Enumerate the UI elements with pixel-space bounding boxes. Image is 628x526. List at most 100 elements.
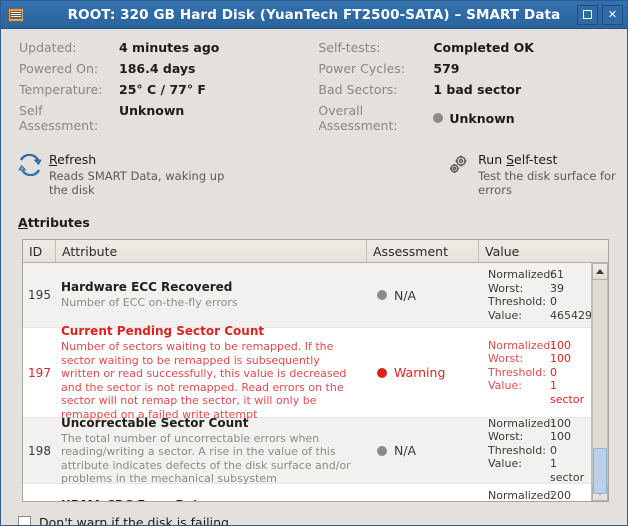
self-assessment-label: Self Assessment: [19, 103, 99, 133]
overall-assessment-label: Overall Assessment: [318, 103, 398, 133]
updated-value: 4 minutes ago [119, 40, 220, 55]
footer-panel: Don't warn if the disk is failing [18, 515, 627, 525]
row-id: 198 [28, 443, 51, 458]
attributes-heading: Attributes [18, 215, 90, 230]
powered-on-value: 186.4 days [119, 61, 196, 76]
gears-icon [447, 153, 471, 177]
value-line-value: Value: 1 sector [488, 379, 585, 406]
value-line-normalized: Normalized: 100 [488, 416, 571, 430]
window-title: ROOT: 320 GB Hard Disk (YuanTech FT2500-… [67, 6, 561, 23]
self-tests-label: Self-tests: [318, 40, 381, 55]
value-line-threshold: Threshold: 0 [488, 443, 557, 457]
run-self-test-action-title: Run Self-test [478, 152, 558, 167]
overall-assessment-value-group: Unknown [433, 103, 534, 133]
row-attribute: Uncorrectable Sector Count The total num… [56, 411, 367, 491]
value-line-threshold: Threshold: 0 [488, 295, 557, 308]
value-line-worst: Worst: 100 [488, 352, 571, 366]
row-attribute: UDMA CRC Error Rate The number of errors… [56, 482, 367, 502]
column-header-assessment[interactable]: Assessment [367, 240, 479, 262]
row-attribute-name: Uncorrectable Sector Count [61, 415, 249, 430]
row-assessment: N/A [367, 288, 479, 303]
run-self-test-action-texts: Run Self-test Test the disk surface for … [478, 152, 627, 197]
row-assessment: N/A [367, 443, 479, 458]
overall-assessment-value: Unknown [449, 110, 515, 126]
column-header-value[interactable]: Value [479, 240, 608, 262]
value-line-worst: Worst: 39 [488, 281, 564, 295]
table-rows-viewport: Value: 22° C / 71° F 195 Hardware ECC Re… [23, 263, 591, 501]
row-assessment-label: Warning [394, 365, 446, 380]
dont-warn-checkbox[interactable] [18, 516, 31, 525]
temperature-value: 25° C / 77° F [119, 82, 206, 97]
run-self-test-action-subtitle: Test the disk surface for errors [478, 169, 616, 197]
table-row[interactable]: 197 Current Pending Sector Count Number … [23, 324, 591, 421]
updated-label: Updated: [19, 40, 77, 55]
row-id: 195 [28, 288, 51, 302]
summary-column-left: Updated: 4 minutes ago Powered On: 186.4… [19, 40, 219, 133]
powered-on-label: Powered On: [19, 61, 99, 76]
summary-column-right: Self-tests: Completed OK Power Cycles: 5… [318, 40, 534, 133]
row-assessment-label: N/A [394, 287, 417, 303]
smart-data-window: ROOT: 320 GB Hard Disk (YuanTech FT2500-… [0, 0, 628, 526]
status-dot-gray-icon [433, 113, 444, 123]
attributes-table: ID Attribute Assessment Value 195 Hardwa… [22, 239, 609, 502]
row-attribute-desc: Number of sectors waiting to be remapped… [61, 340, 347, 421]
value-line-normalized: Normalized: 100 [488, 338, 571, 352]
window-titlebar[interactable]: ROOT: 320 GB Hard Disk (YuanTech FT2500-… [1, 1, 627, 29]
refresh-action-texts: Refresh Reads SMART Data, waking up the … [49, 152, 241, 197]
refresh-icon [18, 153, 42, 177]
table-row[interactable]: 199 UDMA CRC Error Rate The number of er… [23, 484, 591, 501]
actions-panel: Refresh Reads SMART Data, waking up the … [1, 152, 627, 197]
value-line-normalized: Normalized: 200 [488, 489, 571, 501]
status-dot-gray-icon [377, 445, 387, 456]
scrollbar-track[interactable] [592, 280, 608, 494]
power-cycles-value: 579 [433, 61, 460, 76]
row-assessment-label: N/A [394, 443, 417, 458]
close-button[interactable]: ✕ [602, 4, 623, 25]
row-value: Normalized:200 Worst:200 Threshold:0 Val… [479, 484, 591, 501]
row-attribute: Hardware ECC Recovered Number of ECC on-… [56, 275, 367, 315]
row-attribute-name: Current Pending Sector Count [61, 324, 265, 338]
power-cycles-label: Power Cycles: [318, 61, 406, 76]
temperature-label: Temperature: [19, 82, 103, 97]
row-id: 197 [28, 365, 51, 380]
column-header-id[interactable]: ID [23, 240, 56, 262]
status-dot-red-icon [377, 367, 387, 378]
value-line-value: Value: 1 sector [488, 457, 585, 484]
run-self-test-action[interactable]: Run Self-test Test the disk surface for … [447, 152, 627, 197]
self-tests-value: Completed OK [433, 40, 534, 55]
row-attribute-desc: The total number of uncorrectable errors… [61, 431, 351, 486]
row-value: Normalized: 61 Worst: 39 Threshold: 0 Value… [479, 263, 591, 327]
self-assessment-value: Unknown [119, 103, 185, 118]
status-dot-gray-icon [377, 290, 387, 300]
row-assessment: Warning [367, 365, 479, 380]
summary-panel: Updated: 4 minutes ago Powered On: 186.4… [1, 29, 627, 133]
refresh-action[interactable]: Refresh Reads SMART Data, waking up the … [18, 152, 241, 197]
row-attribute-desc: Number of ECC on-the-fly errors [61, 296, 238, 310]
scroll-up-arrow-icon [596, 269, 604, 274]
window-content: Updated: 4 minutes ago Powered On: 186.4… [1, 29, 627, 525]
table-scrollbar[interactable] [591, 263, 608, 501]
window-controls: ✕ [577, 4, 623, 25]
table-rows-container: Value: 22° C / 71° F 195 Hardware ECC Re… [23, 263, 591, 501]
table-body-area: Value: 22° C / 71° F 195 Hardware ECC Re… [23, 263, 608, 501]
maximize-button[interactable] [577, 4, 598, 25]
value-line-worst: Worst: 100 [488, 430, 571, 444]
row-attribute-name: UDMA CRC Error Rate [61, 498, 357, 502]
hard-disk-icon [7, 6, 25, 24]
row-attribute-name: Hardware ECC Recovered [61, 280, 233, 295]
scroll-up-button[interactable] [592, 263, 608, 280]
column-header-attribute[interactable]: Attribute [56, 240, 367, 262]
table-header-row: ID Attribute Assessment Value [23, 240, 608, 263]
refresh-action-title: Refresh [49, 152, 97, 167]
row-value: Normalized: 100 Worst: 100 Threshold: 0 Val… [479, 412, 591, 490]
maximize-icon [583, 10, 592, 19]
dont-warn-label[interactable]: Don't warn if the disk is failing [39, 515, 229, 525]
value-line-value: Value:46542981 [488, 308, 591, 322]
table-row[interactable]: 198 Uncorrectable Sector Count The total… [23, 416, 591, 485]
refresh-action-subtitle: Reads SMART Data, waking up the disk [49, 169, 225, 197]
value-line-normalized: Normalized: 61 [488, 268, 564, 281]
row-value: Normalized: 100 Worst: 100 Threshold: 0 Val… [479, 334, 591, 412]
value-line-threshold: Threshold: 0 [488, 365, 557, 379]
scrollbar-thumb[interactable] [593, 448, 607, 494]
bad-sectors-value: 1 bad sector [433, 82, 522, 97]
